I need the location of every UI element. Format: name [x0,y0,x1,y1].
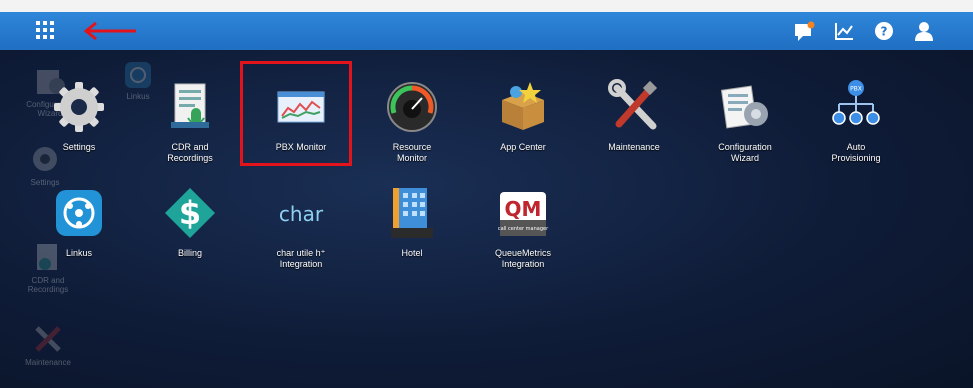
app-label: Configuration Wizard [718,142,772,163]
bg-item-label: CDR and Recordings [27,276,69,294]
bg-item-maintenance: Maintenance [8,322,88,367]
char-logo-icon: char [272,184,330,242]
app-label: char utile h⁺ Integration [276,248,326,269]
app-configuration-wizard[interactable]: Configuration Wizard [690,78,800,164]
help-icon[interactable]: ? [873,20,895,42]
desktop-area: Configuration Wizard Linkus Settings CDR… [0,50,973,388]
notification-icon[interactable] [793,20,815,42]
bg-item-label: Maintenance [25,358,71,367]
cdr-icon [161,78,219,136]
gauge-icon [383,78,441,136]
app-label: Maintenance [608,142,660,152]
queuemetrics-icon: QM call center manager [494,184,552,242]
svg-text:?: ? [881,25,888,39]
app-billing[interactable]: $ Billing [135,184,245,259]
app-label: CDR and Recordings [167,142,213,163]
app-hotel[interactable]: Hotel [357,184,467,259]
app-char-integration[interactable]: char char utile h⁺ Integration [246,184,356,270]
svg-text:$: $ [179,194,201,232]
pbx-monitor-highlight-box [240,61,352,166]
qm-logo-text: QM [505,197,542,221]
app-resource-monitor[interactable]: Resource Monitor [357,78,467,164]
app-label: Auto Provisioning [831,142,881,163]
app-linkus[interactable]: Linkus [24,184,134,259]
app-app-center[interactable]: App Center [468,78,578,153]
tools-icon [605,78,663,136]
linkus-icon [50,184,108,242]
provisioning-icon: PBX [827,78,885,136]
app-cdr-recordings[interactable]: CDR and Recordings [135,78,245,164]
config-wizard-icon [716,78,774,136]
apps-grid-icon[interactable] [36,21,54,39]
qm-logo-subtext: call center manager [498,226,549,232]
app-label: Billing [177,248,202,258]
app-maintenance[interactable]: Maintenance [579,78,689,153]
app-label: Linkus [65,248,92,258]
char-logo-text: char [279,202,324,226]
gear-icon [50,78,108,136]
top-bar: ? [0,12,973,50]
app-auto-provisioning[interactable]: PBX Auto Provisioning [801,78,911,164]
box-icon [494,78,552,136]
red-arrow-icon [83,21,136,41]
dollar-icon: $ [161,184,219,242]
chart-icon[interactable] [833,20,855,42]
hotel-icon [383,184,441,242]
tools-icon [35,326,61,352]
svg-text:PBX: PBX [850,86,862,93]
app-settings[interactable]: Settings [24,78,134,153]
app-label: Resource Monitor [392,142,432,163]
app-queuemetrics-integration[interactable]: QM call center manager QueueMetrics Inte… [468,184,578,270]
user-icon[interactable] [913,20,935,42]
app-label: Settings [62,142,96,152]
app-label: QueueMetrics Integration [494,248,552,269]
app-label: App Center [500,142,546,152]
app-label: Hotel [401,248,423,258]
